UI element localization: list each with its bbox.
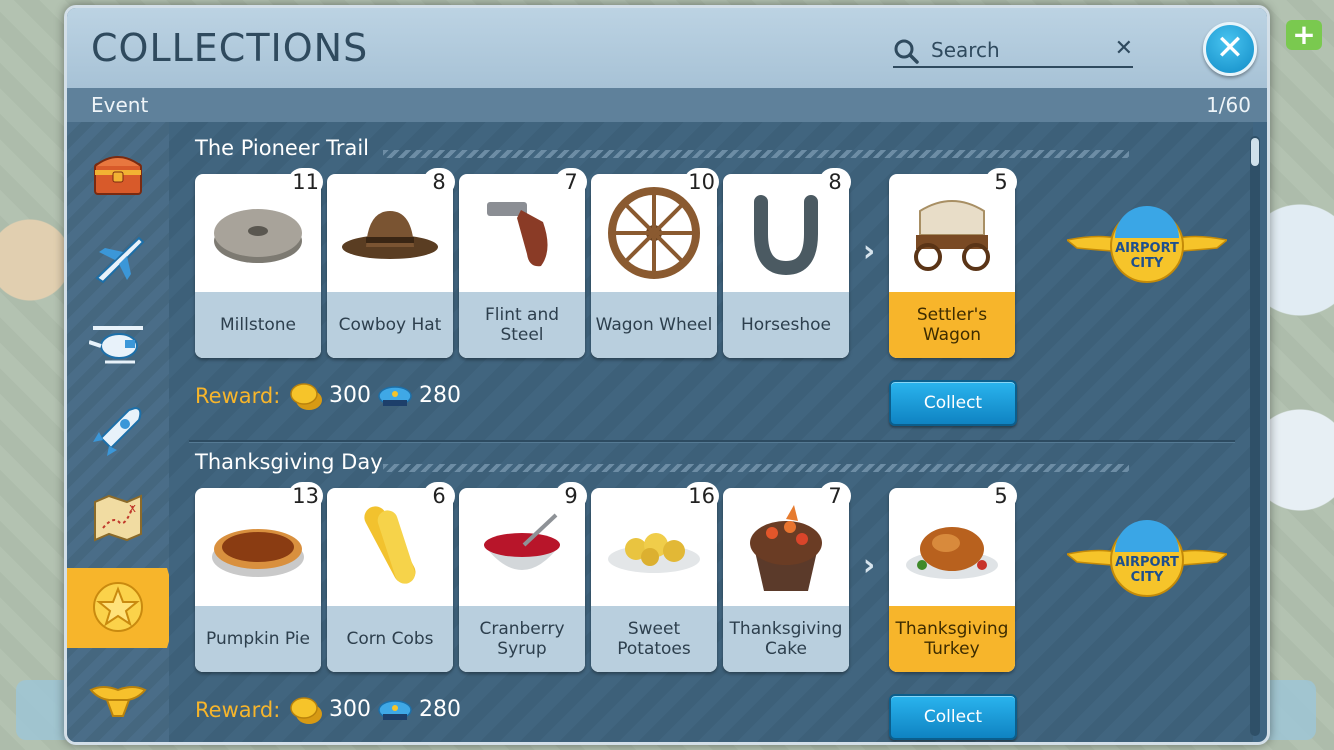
collections-list: The Pioneer Trail Millstone 11 Cowboy Ha… bbox=[169, 122, 1253, 742]
svg-text:x: x bbox=[129, 501, 136, 515]
section-divider bbox=[189, 440, 1235, 442]
gold-wings-icon bbox=[89, 686, 147, 717]
item-count: 10 bbox=[684, 168, 719, 196]
cap-reward-value: 280 bbox=[419, 383, 461, 408]
item-count: 6 bbox=[423, 482, 455, 510]
category-bar: Event 1/60 bbox=[67, 88, 1267, 122]
coin-icon bbox=[290, 383, 322, 410]
item-label: Cranberry Syrup bbox=[459, 606, 585, 672]
title-bar: COLLECTIONS ✕ ✕ bbox=[67, 8, 1267, 88]
title-rule bbox=[383, 150, 1129, 158]
airport-city-badge: AIRPORT CITY bbox=[1065, 206, 1229, 286]
collection-result[interactable]: Settler's Wagon 5 bbox=[889, 168, 1017, 358]
sidebar-item-map[interactable]: x bbox=[67, 478, 169, 558]
helicopter-icon bbox=[89, 326, 143, 364]
chevron-right-icon: › bbox=[862, 548, 876, 583]
collection-section: The Pioneer Trail Millstone 11 Cowboy Ha… bbox=[169, 136, 1239, 436]
collection-item[interactable]: Sweet Potatoes 16 bbox=[591, 482, 719, 672]
coin-icon bbox=[290, 697, 322, 724]
clear-search-icon[interactable]: ✕ bbox=[1115, 36, 1133, 61]
result-count: 5 bbox=[985, 482, 1017, 510]
sidebar-item-rocket[interactable] bbox=[67, 392, 169, 472]
coin-reward-value: 300 bbox=[329, 383, 371, 408]
item-label: Sweet Potatoes bbox=[591, 606, 717, 672]
sidebar-item-event[interactable] bbox=[67, 568, 179, 648]
star-icon bbox=[93, 582, 143, 632]
search-input[interactable] bbox=[931, 36, 1101, 64]
item-count: 7 bbox=[819, 482, 851, 510]
item-count: 16 bbox=[684, 482, 719, 510]
page-indicator: 1/60 bbox=[1206, 93, 1251, 117]
airport-city-badge: AIRPORT CITY bbox=[1065, 520, 1229, 600]
sidebar-item-wings[interactable] bbox=[67, 660, 169, 740]
window-title: COLLECTIONS bbox=[91, 26, 369, 70]
item-label: Corn Cobs bbox=[327, 606, 453, 672]
pilot-cap-icon bbox=[378, 700, 412, 720]
collection-title: The Pioneer Trail bbox=[195, 136, 369, 160]
search-icon bbox=[894, 39, 919, 64]
collect-button[interactable]: Collect bbox=[889, 380, 1017, 426]
add-icon: + bbox=[1286, 20, 1322, 50]
title-rule bbox=[383, 464, 1129, 472]
collection-item[interactable]: Pumpkin Pie 13 bbox=[195, 482, 323, 672]
scroll-thumb[interactable] bbox=[1251, 138, 1259, 166]
item-count: 11 bbox=[288, 168, 323, 196]
collection-item[interactable]: Wagon Wheel 10 bbox=[591, 168, 719, 358]
sidebar-item-chest[interactable] bbox=[67, 134, 169, 214]
sidebar-item-helicopter[interactable] bbox=[67, 306, 169, 386]
rocket-icon bbox=[93, 406, 142, 456]
item-label: Pumpkin Pie bbox=[195, 606, 321, 672]
collection-item[interactable]: Horseshoe 8 bbox=[723, 168, 851, 358]
collection-title: Thanksgiving Day bbox=[195, 450, 383, 474]
collection-item[interactable]: Cranberry Syrup 9 bbox=[459, 482, 587, 672]
item-label: Horseshoe bbox=[723, 292, 849, 358]
coin-reward-value: 300 bbox=[329, 697, 371, 722]
result-label: Thanksgiving Turkey bbox=[889, 606, 1015, 672]
search-box: ✕ bbox=[893, 36, 1133, 68]
treasure-chest-icon bbox=[94, 156, 142, 195]
airplane-icon bbox=[95, 236, 145, 284]
pilot-cap-icon bbox=[378, 386, 412, 406]
item-label: Millstone bbox=[195, 292, 321, 358]
scrollbar[interactable] bbox=[1250, 136, 1260, 736]
collection-section: Thanksgiving Day Pumpkin Pie 13 Corn Cob… bbox=[169, 450, 1239, 742]
item-count: 9 bbox=[555, 482, 587, 510]
result-count: 5 bbox=[985, 168, 1017, 196]
treasure-map-icon: x bbox=[94, 494, 142, 542]
svg-text:AIRPORT: AIRPORT bbox=[1115, 555, 1179, 570]
item-count: 8 bbox=[819, 168, 851, 196]
item-label: Wagon Wheel bbox=[591, 292, 717, 358]
reward-label: Reward: bbox=[195, 384, 281, 408]
item-count: 13 bbox=[288, 482, 323, 510]
svg-text:AIRPORT: AIRPORT bbox=[1115, 241, 1179, 256]
item-label: Thanksgiving Cake bbox=[723, 606, 849, 672]
collection-item[interactable]: Flint and Steel 7 bbox=[459, 168, 587, 358]
collection-item[interactable]: Cowboy Hat 8 bbox=[327, 168, 455, 358]
collection-result[interactable]: Thanksgiving Turkey 5 bbox=[889, 482, 1017, 672]
collections-window: COLLECTIONS ✕ ✕ Event 1/60 bbox=[64, 5, 1270, 745]
reward-row: Reward: 300 280 bbox=[195, 382, 495, 412]
collection-item[interactable]: Corn Cobs 6 bbox=[327, 482, 455, 672]
collect-button[interactable]: Collect bbox=[889, 694, 1017, 740]
item-label: Cowboy Hat bbox=[327, 292, 453, 358]
item-count: 7 bbox=[555, 168, 587, 196]
item-label: Flint and Steel bbox=[459, 292, 585, 358]
collection-item[interactable]: Thanksgiving Cake 7 bbox=[723, 482, 851, 672]
category-sidebar: x bbox=[67, 122, 179, 742]
reward-label: Reward: bbox=[195, 698, 281, 722]
category-label: Event bbox=[91, 93, 149, 117]
reward-row: Reward: 300 280 bbox=[195, 696, 495, 726]
collection-item[interactable]: Millstone 11 bbox=[195, 168, 323, 358]
item-count: 8 bbox=[423, 168, 455, 196]
svg-text:CITY: CITY bbox=[1131, 570, 1164, 585]
cap-reward-value: 280 bbox=[419, 697, 461, 722]
sidebar-item-airplane[interactable] bbox=[67, 220, 169, 300]
svg-text:CITY: CITY bbox=[1131, 256, 1164, 271]
result-label: Settler's Wagon bbox=[889, 292, 1015, 358]
chevron-right-icon: › bbox=[862, 234, 876, 269]
close-button[interactable]: ✕ bbox=[1203, 22, 1257, 76]
